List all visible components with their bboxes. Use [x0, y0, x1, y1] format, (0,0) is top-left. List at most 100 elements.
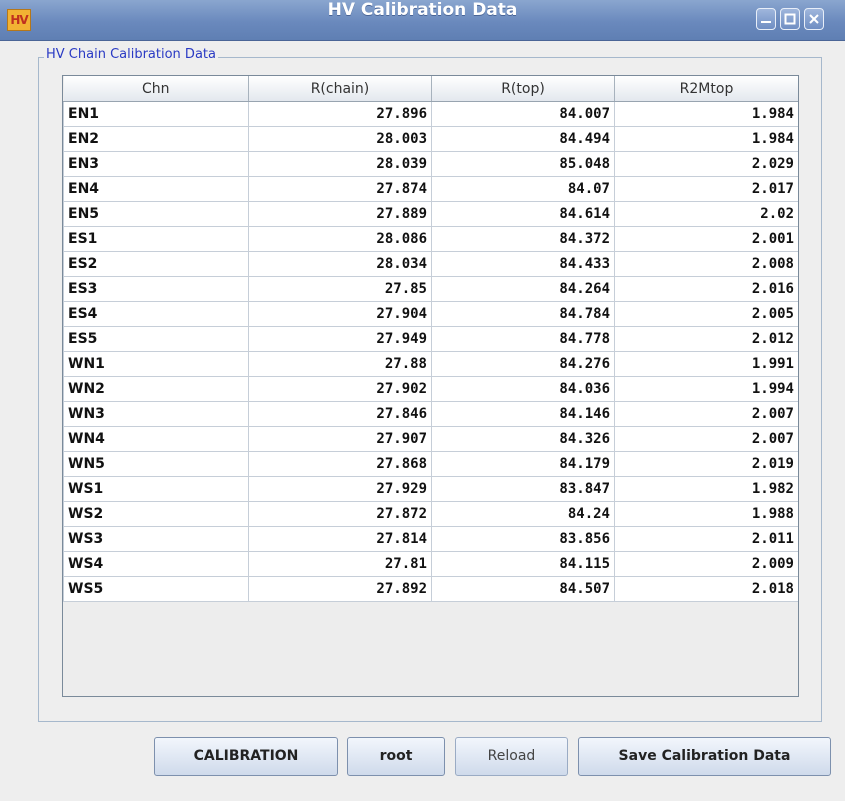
- table-cell[interactable]: 28.003: [248, 126, 432, 152]
- table-cell[interactable]: 84.494: [431, 126, 615, 152]
- root-button[interactable]: root: [347, 737, 445, 776]
- table-cell[interactable]: 27.81: [248, 551, 432, 577]
- table-cell[interactable]: ES5: [63, 326, 249, 352]
- table-row[interactable]: EN1 27.896 84.007 1.984: [63, 101, 798, 127]
- table-cell[interactable]: WN5: [63, 451, 249, 477]
- table-row[interactable]: WS4 27.81 84.115 2.009: [63, 551, 798, 577]
- table-cell[interactable]: 84.264: [431, 276, 615, 302]
- table-cell[interactable]: EN4: [63, 176, 249, 202]
- table-cell[interactable]: 28.034: [248, 251, 432, 277]
- table-cell[interactable]: 28.039: [248, 151, 432, 177]
- table-cell[interactable]: 84.146: [431, 401, 615, 427]
- table-cell[interactable]: 1.984: [614, 126, 798, 152]
- table-row[interactable]: EN3 28.039 85.048 2.029: [63, 151, 798, 177]
- close-button[interactable]: [804, 8, 824, 30]
- table-cell[interactable]: EN5: [63, 201, 249, 227]
- table-row[interactable]: ES1 28.086 84.372 2.001: [63, 226, 798, 252]
- table-cell[interactable]: WS3: [63, 526, 249, 552]
- header-chn[interactable]: Chn: [63, 76, 249, 102]
- table-cell[interactable]: 1.994: [614, 376, 798, 402]
- table-cell[interactable]: 27.904: [248, 301, 432, 327]
- table-cell[interactable]: 83.856: [431, 526, 615, 552]
- table-cell[interactable]: 27.902: [248, 376, 432, 402]
- table-row[interactable]: WN1 27.88 84.276 1.991: [63, 351, 798, 377]
- table-row[interactable]: ES2 28.034 84.433 2.008: [63, 251, 798, 277]
- table-cell[interactable]: 27.846: [248, 401, 432, 427]
- calibration-button[interactable]: CALIBRATION: [154, 737, 338, 776]
- table-cell[interactable]: 1.988: [614, 501, 798, 527]
- table-cell[interactable]: 84.433: [431, 251, 615, 277]
- table-cell[interactable]: ES2: [63, 251, 249, 277]
- table-cell[interactable]: 2.007: [614, 426, 798, 452]
- table-cell[interactable]: 84.07: [431, 176, 615, 202]
- table-cell[interactable]: WN1: [63, 351, 249, 377]
- table-cell[interactable]: 27.874: [248, 176, 432, 202]
- table-cell[interactable]: 27.868: [248, 451, 432, 477]
- table-cell[interactable]: 27.814: [248, 526, 432, 552]
- table-cell[interactable]: 84.614: [431, 201, 615, 227]
- table-row[interactable]: WS3 27.814 83.856 2.011: [63, 526, 798, 552]
- calibration-table-frame[interactable]: Chn R(chain) R(top) R2Mtop EN1 27.896 84.0…: [62, 75, 799, 697]
- table-cell[interactable]: 83.847: [431, 476, 615, 502]
- header-r2mtop[interactable]: R2Mtop: [614, 76, 798, 102]
- table-row[interactable]: EN4 27.874 84.07 2.017: [63, 176, 798, 202]
- table-cell[interactable]: 27.872: [248, 501, 432, 527]
- table-cell[interactable]: 2.011: [614, 526, 798, 552]
- table-cell[interactable]: 84.115: [431, 551, 615, 577]
- table-cell[interactable]: 84.276: [431, 351, 615, 377]
- table-cell[interactable]: 84.007: [431, 101, 615, 127]
- table-cell[interactable]: 84.326: [431, 426, 615, 452]
- table-cell[interactable]: 1.982: [614, 476, 798, 502]
- maximize-button[interactable]: [780, 8, 800, 30]
- table-cell[interactable]: 84.036: [431, 376, 615, 402]
- table-cell[interactable]: 84.778: [431, 326, 615, 352]
- table-row[interactable]: ES5 27.949 84.778 2.012: [63, 326, 798, 352]
- table-row[interactable]: ES3 27.85 84.264 2.016: [63, 276, 798, 302]
- table-cell[interactable]: 84.24: [431, 501, 615, 527]
- table-cell[interactable]: 1.991: [614, 351, 798, 377]
- table-cell[interactable]: WS2: [63, 501, 249, 527]
- table-row[interactable]: EN2 28.003 84.494 1.984: [63, 126, 798, 152]
- table-cell[interactable]: 1.984: [614, 101, 798, 127]
- table-cell[interactable]: 84.179: [431, 451, 615, 477]
- table-cell[interactable]: 27.929: [248, 476, 432, 502]
- table-cell[interactable]: 2.007: [614, 401, 798, 427]
- table-cell[interactable]: 85.048: [431, 151, 615, 177]
- table-cell[interactable]: 27.889: [248, 201, 432, 227]
- table-cell[interactable]: 2.009: [614, 551, 798, 577]
- table-cell[interactable]: ES3: [63, 276, 249, 302]
- table-cell[interactable]: 2.016: [614, 276, 798, 302]
- table-cell[interactable]: 2.018: [614, 576, 798, 602]
- header-r-chain[interactable]: R(chain): [248, 76, 432, 102]
- table-cell[interactable]: 27.892: [248, 576, 432, 602]
- table-cell[interactable]: 2.012: [614, 326, 798, 352]
- table-row[interactable]: WN4 27.907 84.326 2.007: [63, 426, 798, 452]
- table-cell[interactable]: WN2: [63, 376, 249, 402]
- table-cell[interactable]: EN2: [63, 126, 249, 152]
- table-cell[interactable]: 84.372: [431, 226, 615, 252]
- table-row[interactable]: WS1 27.929 83.847 1.982: [63, 476, 798, 502]
- table-cell[interactable]: 28.086: [248, 226, 432, 252]
- table-cell[interactable]: WS5: [63, 576, 249, 602]
- table-cell[interactable]: 2.019: [614, 451, 798, 477]
- table-cell[interactable]: 2.029: [614, 151, 798, 177]
- table-cell[interactable]: 27.896: [248, 101, 432, 127]
- table-cell[interactable]: 2.008: [614, 251, 798, 277]
- table-cell[interactable]: 2.017: [614, 176, 798, 202]
- table-row[interactable]: WN5 27.868 84.179 2.019: [63, 451, 798, 477]
- table-row[interactable]: EN5 27.889 84.614 2.02: [63, 201, 798, 227]
- table-cell[interactable]: 84.507: [431, 576, 615, 602]
- table-cell[interactable]: 84.784: [431, 301, 615, 327]
- table-cell[interactable]: ES1: [63, 226, 249, 252]
- table-cell[interactable]: ES4: [63, 301, 249, 327]
- table-cell[interactable]: EN3: [63, 151, 249, 177]
- table-cell[interactable]: 27.949: [248, 326, 432, 352]
- table-cell[interactable]: WN3: [63, 401, 249, 427]
- table-cell[interactable]: 27.85: [248, 276, 432, 302]
- title-bar[interactable]: HV HV Calibration Data: [0, 0, 845, 41]
- table-cell[interactable]: 2.001: [614, 226, 798, 252]
- table-cell[interactable]: 2.02: [614, 201, 798, 227]
- save-calibration-button[interactable]: Save Calibration Data: [578, 737, 831, 776]
- table-cell[interactable]: WN4: [63, 426, 249, 452]
- table-row[interactable]: WN2 27.902 84.036 1.994: [63, 376, 798, 402]
